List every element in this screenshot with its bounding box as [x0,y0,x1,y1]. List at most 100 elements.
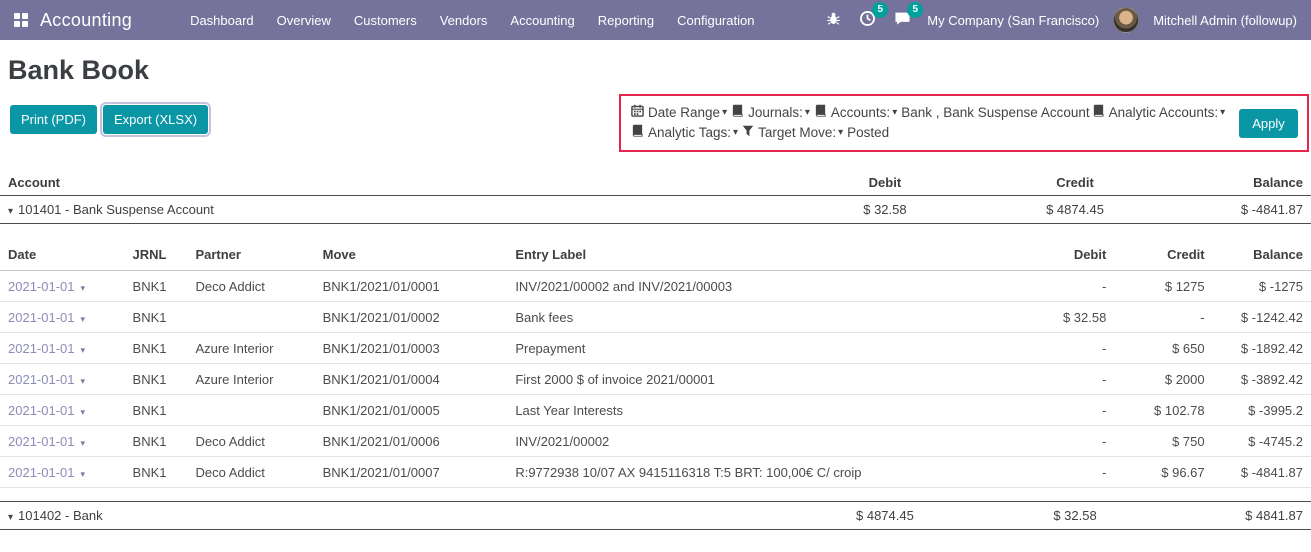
cell-balance: $ -1242.42 [1213,302,1311,333]
date-link[interactable]: 2021-01-01 [8,465,75,480]
journal-entries-table: Date JRNL Partner Move Entry Label Debit… [0,239,1311,488]
filter-line-1: Date Range ▾ Journals: ▾ A [631,103,1229,123]
menu-item-vendors[interactable]: Vendors [438,2,490,39]
date-link[interactable]: 2021-01-01 [8,403,75,418]
cell-partner: Deco Addict [187,457,314,488]
date-dropdown-caret-icon[interactable]: ▾ [81,438,86,448]
col-header-balance: Balance [1213,239,1311,271]
company-switcher[interactable]: My Company (San Francisco) [927,13,1099,28]
apply-button[interactable]: Apply [1239,109,1298,138]
cell-partner: Deco Addict [187,426,314,457]
cell-credit: $ 2000 [1114,364,1212,395]
date-dropdown-caret-icon[interactable]: ▾ [81,469,86,479]
date-link[interactable]: 2021-01-01 [8,341,75,356]
date-range-label: Date Range [648,103,720,123]
cell-balance: $ -4745.2 [1213,426,1311,457]
analytic-accounts-label: Analytic Accounts: [1109,103,1219,123]
cell-debit: - [983,271,1114,302]
menu-item-reporting[interactable]: Reporting [596,2,656,39]
cell-credit: $ 96.67 [1114,457,1212,488]
cell-credit: $ 102.78 [1114,395,1212,426]
analytic-tags-filter[interactable]: Analytic Tags: ▾ [631,123,740,143]
cell-debit: - [983,457,1114,488]
book-icon [1092,103,1109,123]
cell-jrnl: BNK1 [125,333,188,364]
cell-balance: $ -1275 [1213,271,1311,302]
user-avatar[interactable] [1113,7,1139,33]
cell-entry-label: First 2000 $ of invoice 2021/00001 [507,364,983,395]
date-link[interactable]: 2021-01-01 [8,279,75,294]
col-header-debit: Debit [983,239,1114,271]
user-menu[interactable]: Mitchell Admin (followup) [1153,13,1297,28]
col-header-move: Move [315,239,508,271]
cell-partner: Deco Addict [187,271,314,302]
caret-down-icon: ▾ [838,128,843,138]
book-icon [731,103,748,123]
cell-partner [187,302,314,333]
target-move-label: Target Move: [758,123,836,143]
debug-bug-button[interactable] [824,9,843,31]
date-range-filter[interactable]: Date Range ▾ [631,103,729,123]
controls-row: Print (PDF) Export (XLSX) Date Range ▾ [0,94,1311,152]
apps-menu-button[interactable] [10,9,32,31]
date-link[interactable]: 2021-01-01 [8,434,75,449]
date-dropdown-caret-icon[interactable]: ▾ [81,345,86,355]
account-name: 101401 - Bank Suspense Account [18,202,214,217]
menu-item-customers[interactable]: Customers [352,2,419,39]
cell-credit: $ 750 [1114,426,1212,457]
activities-button[interactable]: 5 [857,8,878,32]
cell-partner [187,395,314,426]
date-dropdown-caret-icon[interactable]: ▾ [81,314,86,324]
account-debit: $ 4874.45 [760,502,1009,530]
filter-lines: Date Range ▾ Journals: ▾ A [631,103,1229,143]
cell-jrnl: BNK1 [125,457,188,488]
target-move-filter[interactable]: Target Move: ▾ Posted [742,123,889,143]
date-link[interactable]: 2021-01-01 [8,310,75,325]
date-dropdown-caret-icon[interactable]: ▾ [81,407,86,417]
account-summary-table: Account Debit Credit Balance ▾101401 - B… [0,170,1311,224]
cell-partner: Azure Interior [187,364,314,395]
date-dropdown-caret-icon[interactable]: ▾ [81,283,86,293]
page-title: Bank Book [8,55,1311,86]
col-header-entry-label: Entry Label [507,239,983,271]
cell-partner: Azure Interior [187,333,314,364]
table-row: 2021-01-01▾ BNK1 Azure Interior BNK1/202… [0,364,1311,395]
accounts-label: Accounts: [831,103,890,123]
account-summary-table-bottom: ▾101402 - Bank $ 4874.45 $ 32.58 $ 4841.… [0,501,1311,530]
table-row: 2021-01-01▾ BNK1 Azure Interior BNK1/202… [0,333,1311,364]
table-row: 2021-01-01▾ BNK1 Deco Addict BNK1/2021/0… [0,426,1311,457]
cell-jrnl: BNK1 [125,302,188,333]
cell-credit: $ 650 [1114,333,1212,364]
expand-caret-icon[interactable]: ▾ [8,206,13,217]
expand-caret-icon[interactable]: ▾ [8,512,13,523]
account-summary-row: ▾101402 - Bank $ 4874.45 $ 32.58 $ 4841.… [0,502,1311,530]
cell-debit: - [983,364,1114,395]
cell-debit: $ 32.58 [983,302,1114,333]
analytic-accounts-filter[interactable]: Analytic Accounts: ▾ [1092,103,1228,123]
messages-button[interactable]: 5 [892,8,913,32]
col-header-jrnl: JRNL [125,239,188,271]
accounts-filter[interactable]: Accounts: ▾ Bank , Bank Suspense Account [814,103,1090,123]
export-xlsx-button[interactable]: Export (XLSX) [103,105,208,134]
book-icon [814,103,831,123]
filter-funnel-icon [742,123,758,143]
cell-debit: - [983,426,1114,457]
message-count-badge: 5 [907,2,923,18]
cell-debit: - [983,333,1114,364]
target-move-selected-value: Posted [847,123,889,143]
caret-down-icon: ▾ [892,108,897,118]
account-debit: $ 32.58 [760,196,1009,224]
date-link[interactable]: 2021-01-01 [8,372,75,387]
print-pdf-button[interactable]: Print (PDF) [10,105,97,134]
account-summary-row: ▾101401 - Bank Suspense Account $ 32.58 … [0,196,1311,224]
menu-item-configuration[interactable]: Configuration [675,2,756,39]
menu-item-accounting[interactable]: Accounting [508,2,576,39]
col-header-credit: Credit [1114,239,1212,271]
app-name[interactable]: Accounting [40,10,132,31]
date-dropdown-caret-icon[interactable]: ▾ [81,376,86,386]
cell-jrnl: BNK1 [125,271,188,302]
menu-item-overview[interactable]: Overview [275,2,333,39]
menu-item-dashboard[interactable]: Dashboard [188,2,256,39]
cell-move: BNK1/2021/01/0007 [315,457,508,488]
journals-filter[interactable]: Journals: ▾ [731,103,812,123]
